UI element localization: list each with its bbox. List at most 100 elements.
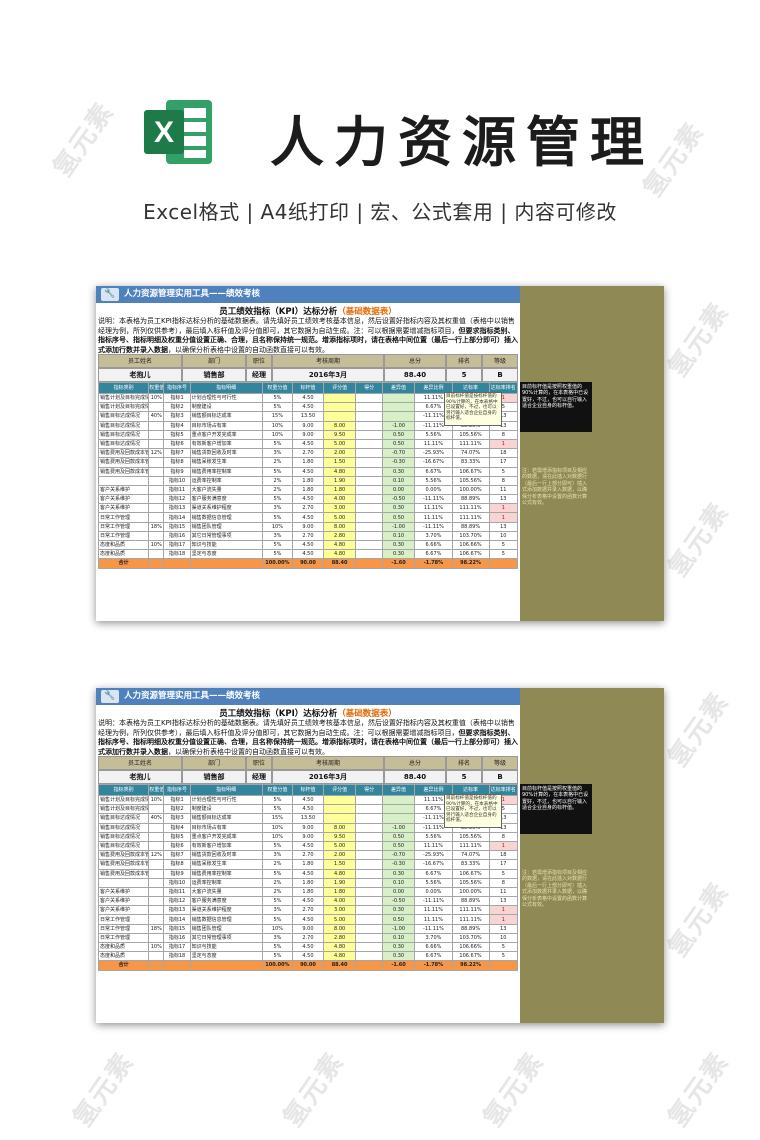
table-cell[interactable] — [355, 549, 383, 560]
table-cell[interactable]: -0.30 — [381, 457, 416, 468]
table-cell[interactable]: 目标市场占有率 — [189, 822, 263, 833]
table-cell[interactable]: 销售目标达成情况 — [97, 411, 150, 422]
table-cell[interactable]: 指标7 — [163, 448, 191, 459]
table-cell[interactable] — [148, 549, 165, 560]
table-cell[interactable]: 4.50 — [292, 392, 324, 404]
table-cell[interactable]: 0.30 — [381, 905, 416, 916]
table-cell[interactable]: 11.11% — [414, 840, 453, 852]
table-cell[interactable]: 11.11% — [414, 503, 453, 514]
table-cell[interactable]: 12% — [148, 850, 165, 861]
table-cell[interactable]: 0.00 — [381, 484, 416, 496]
table-cell[interactable]: 1.50 — [322, 859, 357, 870]
table-cell[interactable]: 指标18 — [163, 549, 191, 560]
table-cell[interactable]: 6.67% — [414, 951, 453, 962]
table-cell[interactable] — [148, 466, 165, 477]
table-cell[interactable]: 10% — [261, 420, 294, 431]
table-cell[interactable] — [148, 914, 165, 925]
table-cell[interactable]: 3.70% — [414, 530, 453, 542]
table-cell[interactable] — [355, 941, 383, 953]
table-cell[interactable]: 1.80 — [292, 484, 324, 496]
table-cell[interactable]: 3% — [261, 503, 294, 514]
table-cell[interactable]: 销售费用及回款成本管理控制 — [97, 868, 150, 879]
table-cell[interactable]: -0.50 — [381, 896, 416, 907]
table-cell[interactable] — [355, 457, 383, 468]
table-cell[interactable]: 制度建设 — [189, 804, 263, 815]
table-cell[interactable]: 8.00 — [322, 923, 357, 934]
table-cell[interactable]: 1.90 — [322, 475, 357, 486]
table-cell[interactable] — [355, 951, 383, 962]
table-cell[interactable]: 5 — [488, 951, 519, 962]
table-cell[interactable]: 8 — [488, 831, 519, 842]
table-cell[interactable]: 指标17 — [163, 539, 191, 551]
table-cell[interactable]: 指标13 — [163, 905, 191, 916]
table-cell[interactable]: 18% — [148, 521, 165, 532]
table-cell[interactable]: 0.30 — [381, 549, 416, 560]
table-cell[interactable]: 1 — [488, 512, 519, 523]
table-cell[interactable] — [355, 539, 383, 551]
table-cell[interactable] — [148, 402, 165, 413]
table-cell[interactable]: 销售数据信息管理 — [189, 512, 263, 523]
table-cell[interactable] — [148, 512, 165, 523]
table-cell[interactable]: 105.56% — [451, 429, 490, 440]
table-cell[interactable]: 13 — [488, 896, 519, 907]
table-cell[interactable]: 10% — [261, 831, 294, 842]
table-cell[interactable]: 18 — [488, 448, 519, 459]
table-cell[interactable] — [355, 886, 383, 898]
table-cell[interactable]: 5 — [488, 868, 519, 879]
table-cell[interactable]: -11.11% — [414, 521, 453, 532]
table-cell[interactable]: 106.66% — [451, 941, 490, 953]
table-cell[interactable]: 5 — [488, 941, 519, 953]
table-cell[interactable]: 13 — [488, 521, 519, 532]
table-cell[interactable]: 指标6 — [163, 438, 191, 450]
table-cell[interactable] — [322, 392, 357, 404]
table-cell[interactable]: 106.67% — [451, 868, 490, 879]
table-cell[interactable]: 知识与技能 — [189, 539, 263, 551]
table-cell[interactable]: 88.89% — [451, 494, 490, 505]
table-cell[interactable] — [381, 402, 416, 413]
table-cell[interactable]: -1.00 — [381, 822, 416, 833]
table-cell[interactable]: 销售呆账发生率 — [189, 457, 263, 468]
table-cell[interactable]: -25.93% — [414, 448, 453, 459]
table-cell[interactable]: 客户关系维护 — [97, 905, 150, 916]
table-cell[interactable]: 17 — [488, 457, 519, 468]
table-cell[interactable] — [355, 448, 383, 459]
table-cell[interactable]: 0.50 — [381, 438, 416, 450]
table-cell[interactable]: -1.00 — [381, 923, 416, 934]
table-cell[interactable] — [355, 840, 383, 852]
table-cell[interactable]: 2.00 — [322, 850, 357, 861]
table-cell[interactable]: 2% — [261, 877, 294, 888]
table-cell[interactable]: 6.67% — [414, 466, 453, 477]
table-cell[interactable]: 运费率控制率 — [189, 877, 263, 888]
table-cell[interactable]: 0.30 — [381, 539, 416, 551]
table-cell[interactable]: 5% — [261, 512, 294, 523]
table-cell[interactable]: 5% — [261, 392, 294, 404]
table-cell[interactable]: 1 — [488, 503, 519, 514]
table-cell[interactable]: 11 — [488, 886, 519, 898]
table-cell[interactable]: 重点客户开发完成率 — [189, 429, 263, 440]
table-cell[interactable] — [355, 494, 383, 505]
table-cell[interactable]: 17 — [488, 859, 519, 870]
table-cell[interactable] — [355, 503, 383, 514]
table-cell[interactable]: 销售费用及回款成本管理控制 — [97, 457, 150, 468]
table-cell[interactable]: 10% — [261, 429, 294, 440]
table-cell[interactable]: 0.30 — [381, 941, 416, 953]
table-cell[interactable] — [355, 932, 383, 944]
employee-name[interactable]: 老抱儿 — [98, 368, 182, 382]
table-cell[interactable]: 态度和品质 — [97, 549, 150, 560]
table-cell[interactable]: 10% — [148, 539, 165, 551]
table-cell[interactable]: 销售目标达成情况 — [97, 831, 150, 842]
table-cell[interactable]: 74.07% — [451, 850, 490, 861]
table-cell[interactable]: 8 — [488, 429, 519, 440]
position[interactable]: 经理 — [246, 368, 272, 382]
table-cell[interactable]: 100.00% — [451, 886, 490, 898]
table-cell[interactable]: 13 — [488, 923, 519, 934]
table-cell[interactable]: 大客户流失量 — [189, 484, 263, 496]
table-cell[interactable]: 1.80 — [322, 886, 357, 898]
table-cell[interactable]: 销售费用及回款成本管理控制 — [97, 859, 150, 870]
table-cell[interactable] — [97, 877, 150, 888]
table-cell[interactable] — [148, 429, 165, 440]
table-cell[interactable]: 5.56% — [414, 877, 453, 888]
table-cell[interactable]: 销售团队管理 — [189, 521, 263, 532]
table-cell[interactable] — [355, 402, 383, 413]
table-cell[interactable]: 指标14 — [163, 914, 191, 925]
